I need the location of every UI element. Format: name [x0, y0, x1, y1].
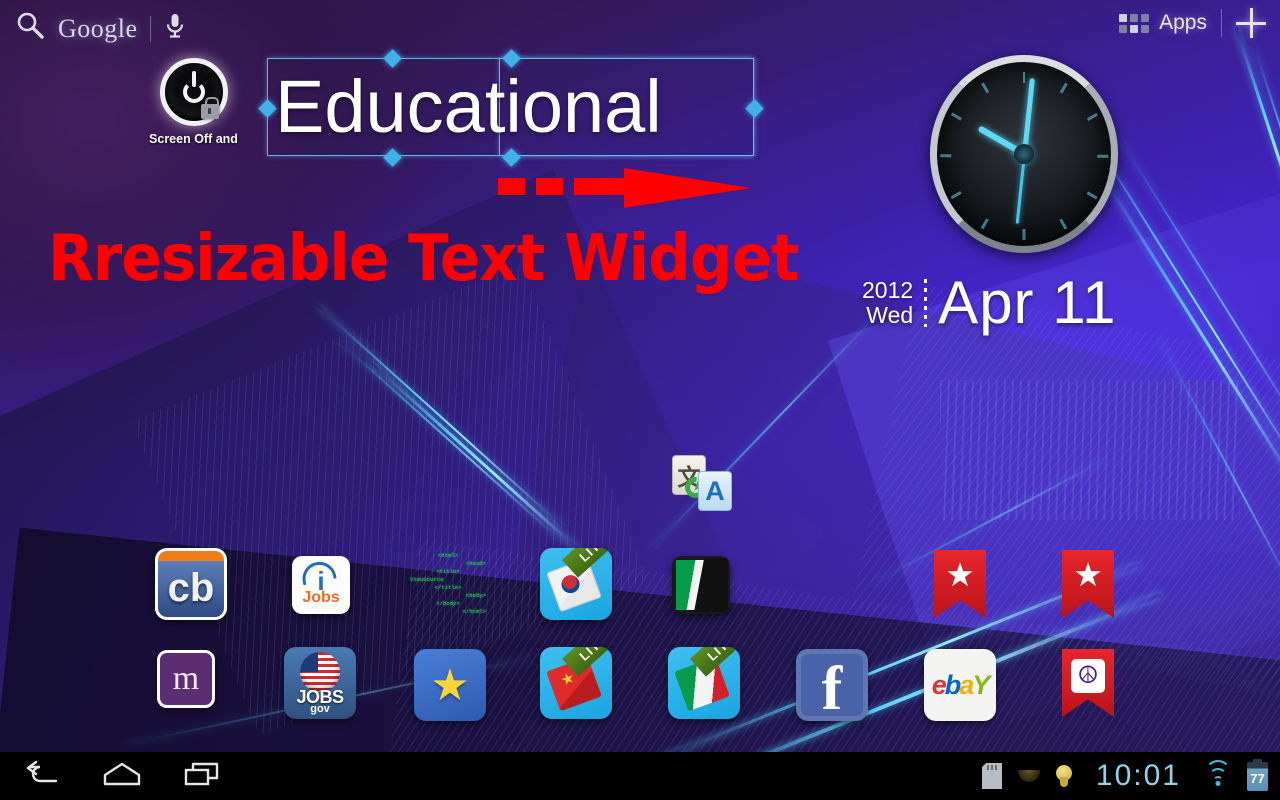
divider — [149, 15, 151, 42]
translate-latin-card: A — [698, 471, 732, 511]
translate-latin-glyph: A — [705, 475, 725, 506]
battery-level-label: 77 — [1250, 771, 1265, 786]
us-flag-icon — [300, 652, 340, 692]
nav-buttons — [0, 760, 222, 792]
apps-grid-icon — [1119, 13, 1150, 33]
back-arrow-icon[interactable] — [24, 760, 60, 792]
widget-screen-off-label: Screen Off and — [149, 132, 238, 146]
app-icon-bookmark-peace[interactable]: ☮ — [1062, 649, 1114, 717]
lightbulb-icon[interactable] — [1055, 765, 1072, 787]
widget-analog-clock[interactable] — [930, 55, 1118, 253]
red-ribbon-icon: ★ — [1062, 550, 1114, 618]
app-icon-jobs-gov[interactable]: JOBS gov — [284, 647, 356, 719]
app-icon-bookmark-star-1[interactable]: ★ — [934, 550, 986, 618]
red-ribbon-icon: ★ — [934, 550, 986, 618]
peace-icon: ☮ — [1071, 659, 1105, 693]
microphone-icon[interactable] — [163, 11, 187, 46]
ijobs-label: Jobs — [302, 589, 340, 606]
system-tray: 10:01 77 — [981, 758, 1280, 793]
gov-label: gov — [310, 703, 330, 715]
app-icon-favorites-star[interactable]: ★ — [414, 649, 486, 721]
google-search-widget[interactable]: Google — [14, 10, 187, 47]
eye-icon[interactable] — [1017, 770, 1040, 782]
widget-text-value: Educational — [275, 65, 662, 148]
facebook-f-logo: f — [821, 655, 843, 721]
app-icon-view-source[interactable]: <html> <head> <title> ViewSource </title… — [410, 552, 486, 615]
app-icon-careerbuilder[interactable]: cb — [155, 548, 227, 620]
date-left-column: 2012 Wed — [862, 278, 913, 326]
app-icon-ebay[interactable]: ebaY — [924, 649, 996, 721]
app-icon-chinese-phrasebook-lite[interactable]: ★ LITE — [540, 647, 612, 719]
wifi-icon[interactable] — [1205, 760, 1231, 786]
divider — [1221, 9, 1222, 37]
home-icon[interactable] — [102, 761, 142, 792]
app-icon-italy-flag-app[interactable] — [672, 556, 730, 614]
google-label: Google — [58, 13, 138, 43]
clock-time[interactable]: 10:01 — [1096, 759, 1181, 793]
app-icon-korean-phrasebook-lite[interactable]: LITE — [540, 548, 612, 620]
red-dashed-arrow — [498, 168, 754, 215]
analog-clock-icon — [930, 55, 1118, 253]
apps-area: Apps — [1119, 8, 1266, 38]
star-icon: ★ — [1073, 556, 1103, 593]
monster-m-label: m — [172, 660, 200, 697]
red-ribbon-icon: ☮ — [1062, 649, 1114, 717]
app-icon-ijobs[interactable]: i Jobs — [292, 556, 350, 614]
apps-label: Apps — [1159, 11, 1207, 34]
annotation-caption: Rresizable Text Widget — [48, 222, 799, 296]
clock-minute-hand — [1021, 78, 1035, 155]
sd-card-icon[interactable] — [981, 763, 1002, 789]
widget-screen-off[interactable]: Screen Off and — [146, 58, 241, 146]
plus-icon[interactable] — [1236, 8, 1266, 38]
date-weekday: Wed — [866, 301, 914, 328]
ebay-logo: ebaY — [931, 669, 991, 700]
careerbuilder-label: cb — [167, 565, 215, 610]
view-source-code-icon: <html> <head> <title> ViewSource </title… — [410, 552, 486, 615]
system-navigation-bar: 10:01 77 — [0, 752, 1280, 800]
android-home-screen: Google Apps Screen Off and Educational R… — [0, 0, 1280, 800]
status-top-bar: Google Apps — [0, 0, 1280, 56]
search-icon[interactable] — [14, 10, 46, 47]
date-year: 2012 — [862, 277, 914, 304]
lock-icon — [200, 97, 219, 119]
app-icon-bookmark-star-2[interactable]: ★ — [1062, 550, 1114, 618]
power-lock-icon — [159, 58, 228, 126]
app-icon-google-translate[interactable]: 文 A — [672, 455, 736, 515]
app-icon-monster[interactable]: m — [157, 650, 215, 708]
recent-apps-icon[interactable] — [184, 761, 222, 792]
app-icon-facebook[interactable]: f — [796, 649, 868, 721]
clock-second-hand — [1015, 153, 1026, 224]
clock-hub — [1014, 144, 1034, 164]
date-separator — [924, 278, 928, 327]
battery-icon[interactable]: 77 — [1247, 758, 1268, 791]
date-main: Apr 11 — [938, 269, 1117, 336]
star-icon: ★ — [945, 556, 975, 593]
apps-button[interactable]: Apps — [1119, 11, 1207, 35]
star-icon: ★ — [430, 660, 470, 710]
widget-date[interactable]: 2012 Wed Apr 11 — [862, 268, 1117, 337]
app-icon-italian-phrasebook-lite[interactable]: LITE — [668, 647, 740, 719]
